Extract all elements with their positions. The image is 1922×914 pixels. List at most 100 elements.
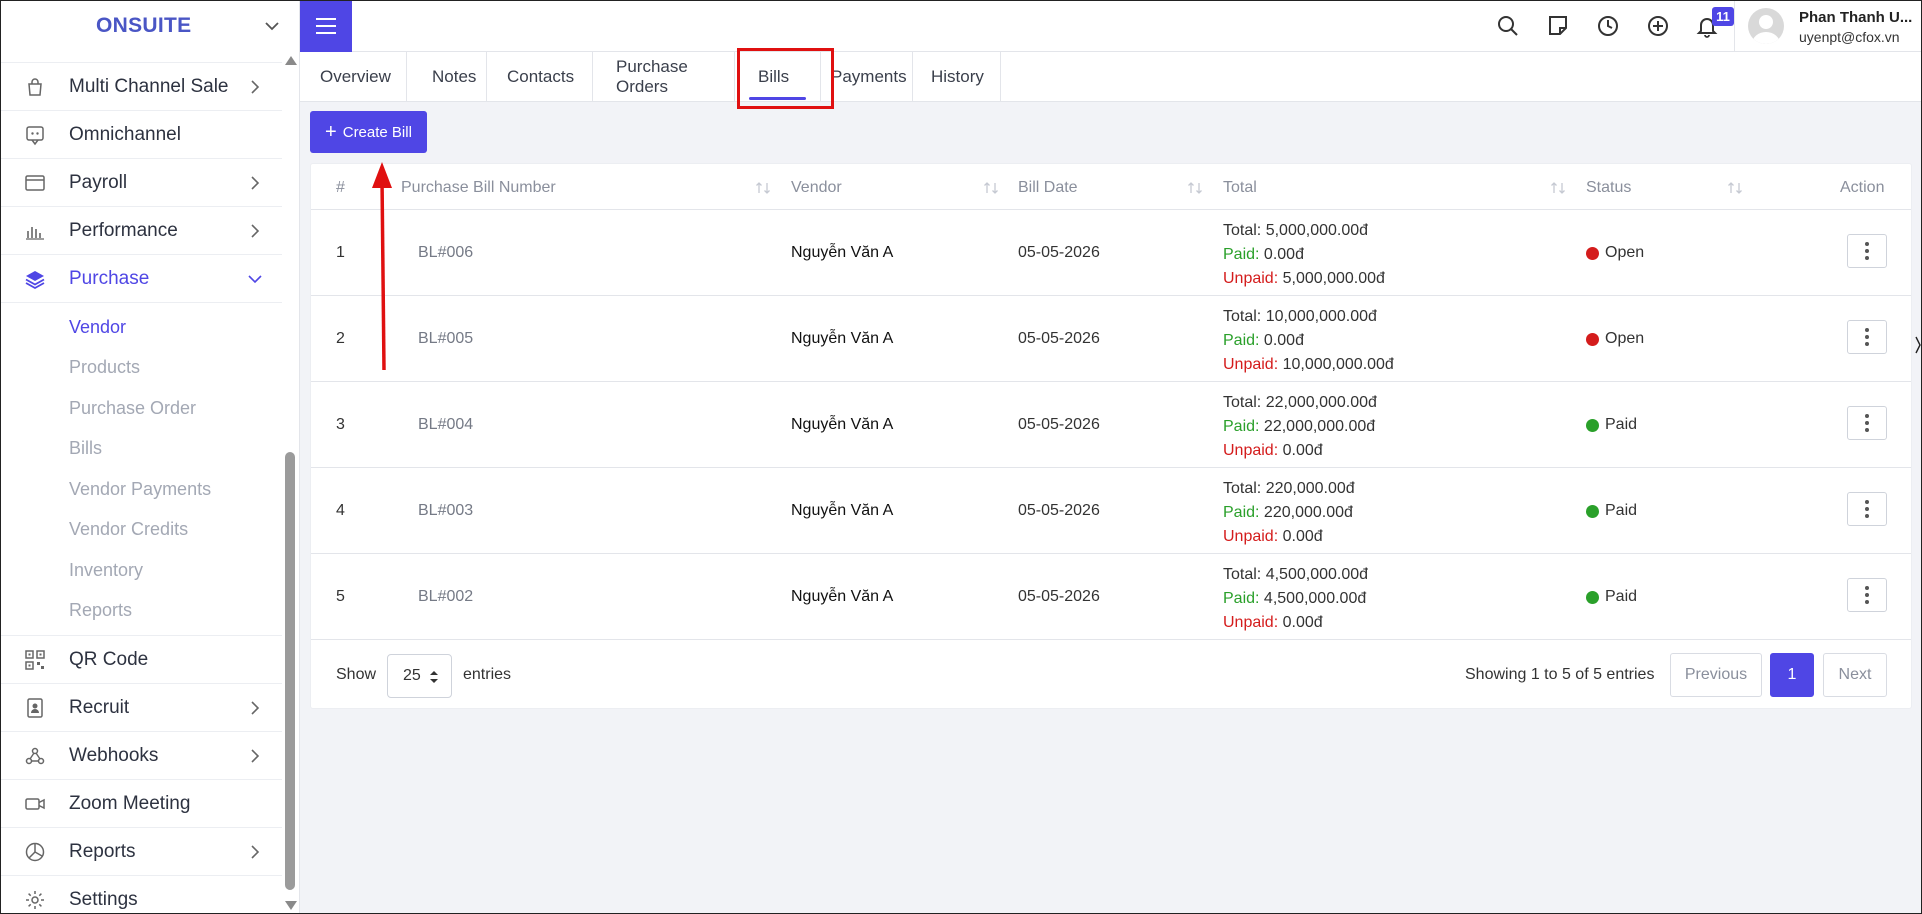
header-bill-date[interactable]: Bill Date <box>1018 179 1078 197</box>
show-label: Show <box>336 666 377 683</box>
add-circle-icon[interactable] <box>1645 13 1671 39</box>
unpaid-label: Unpaid: <box>1223 356 1279 373</box>
sidebar-item-webhooks[interactable]: Webhooks <box>0 731 282 779</box>
next-page-button[interactable]: Next <box>1823 653 1887 697</box>
clock-icon[interactable] <box>1595 13 1621 39</box>
status-text: Open <box>1605 244 1645 261</box>
sort-icon[interactable] <box>1550 180 1566 196</box>
user-name[interactable]: Phan Thanh U... <box>1799 9 1912 26</box>
status-text: Paid <box>1605 502 1638 519</box>
bill-number[interactable]: BL#006 <box>418 244 473 262</box>
row-action-button[interactable] <box>1847 492 1887 526</box>
tab-purchase-orders[interactable]: Purchase Orders <box>593 52 735 102</box>
header-bill-number[interactable]: Purchase Bill Number <box>401 179 556 197</box>
sidebar-item-purchase[interactable]: Purchase <box>0 254 282 302</box>
sidebar-subitem-reports[interactable]: Reports <box>0 591 282 632</box>
tab-history[interactable]: History <box>913 52 1001 102</box>
page-1-button[interactable]: 1 <box>1770 653 1814 697</box>
sort-icon[interactable] <box>983 180 999 196</box>
total-value: 22,000,000.00đ <box>1265 394 1377 411</box>
tab-contacts[interactable]: Contacts <box>487 52 593 102</box>
bill-number[interactable]: BL#005 <box>418 330 473 348</box>
sidebar-scrollbar[interactable] <box>283 52 297 914</box>
search-icon[interactable] <box>1495 13 1521 39</box>
page-size-select[interactable]: 25 <box>387 654 452 698</box>
unpaid-line: Unpaid: 0.00đ <box>1223 611 1368 635</box>
header-total[interactable]: Total <box>1223 179 1257 197</box>
tab-label: Overview <box>320 67 391 86</box>
row-number: 5 <box>336 588 345 605</box>
row-action-button[interactable] <box>1847 578 1887 612</box>
brand-name: ONSUITE <box>96 14 192 37</box>
sidebar-item-label: Multi Channel Sale <box>69 75 229 97</box>
id-badge-icon <box>27 698 43 718</box>
table-row: 5 BL#002 Nguyễn Văn A 05-05-2026 Total: … <box>311 554 1911 640</box>
row-action-button[interactable] <box>1847 406 1887 440</box>
scroll-thumb[interactable] <box>285 452 295 890</box>
sort-icon[interactable] <box>1727 180 1743 196</box>
chevron-down-icon <box>248 275 262 284</box>
sidebar-subitem-products[interactable]: Products <box>0 348 282 389</box>
bill-number[interactable]: BL#004 <box>418 416 473 434</box>
bag-icon <box>28 78 42 96</box>
sidebar-item-settings[interactable]: Settings <box>0 875 282 914</box>
avatar[interactable] <box>1748 8 1784 44</box>
sidebar-subitem-vendor-credits[interactable]: Vendor Credits <box>0 510 282 551</box>
vendor-name: Nguyễn Văn A <box>791 416 894 433</box>
sidebar-item-reports[interactable]: Reports <box>0 827 282 875</box>
bill-date: 05-05-2026 <box>1018 588 1100 605</box>
sidebar-subitem-vendor-payments[interactable]: Vendor Payments <box>0 469 282 510</box>
user-email: uyenpt@cfox.vn <box>1799 29 1900 45</box>
tab-overview[interactable]: Overview <box>300 52 407 102</box>
annotation-highlight-box <box>737 48 834 109</box>
scroll-up-arrow[interactable] <box>285 56 297 65</box>
status-badge: Open <box>1586 330 1644 348</box>
sidebar-item-label: Reports <box>69 840 136 862</box>
note-icon[interactable] <box>1545 13 1571 39</box>
sidebar-item-zoom-meeting[interactable]: Zoom Meeting <box>0 779 282 827</box>
sidebar-item-recruit[interactable]: Recruit <box>0 683 282 731</box>
hamburger-menu-button[interactable] <box>300 0 352 52</box>
sidebar-item-label: Payroll <box>69 171 128 193</box>
card-icon <box>25 175 45 191</box>
sidebar-subitem-vendor[interactable]: Vendor <box>0 307 282 348</box>
previous-page-button[interactable]: Previous <box>1670 653 1762 697</box>
bill-number[interactable]: BL#002 <box>418 588 473 606</box>
sidebar-item-omnichannel[interactable]: Omnichannel <box>0 110 282 158</box>
tab-payments[interactable]: Payments <box>821 52 913 102</box>
paid-label: Paid: <box>1223 418 1260 435</box>
bill-date: 05-05-2026 <box>1018 330 1100 347</box>
sort-icon[interactable] <box>755 180 771 196</box>
sort-icon[interactable] <box>1187 180 1203 196</box>
row-action-button[interactable] <box>1847 320 1887 354</box>
sidebar-item-payroll[interactable]: Payroll <box>0 158 282 206</box>
row-number: 1 <box>336 244 345 261</box>
status-badge: Paid <box>1586 588 1637 606</box>
create-bill-button[interactable]: + Create Bill <box>310 111 427 153</box>
row-action-button[interactable] <box>1847 234 1887 268</box>
vendor-name: Nguyễn Văn A <box>791 588 894 605</box>
brand[interactable]: ONSUITE <box>0 0 299 52</box>
unpaid-label: Unpaid: <box>1223 614 1279 631</box>
paid-label: Paid: <box>1223 332 1260 349</box>
sidebar-subitem-bills[interactable]: Bills <box>0 429 282 470</box>
tab-label: Payments <box>831 67 907 86</box>
tab-label: Notes <box>432 67 477 86</box>
sidebar-subitem-inventory[interactable]: Inventory <box>0 550 282 591</box>
topbar-divider <box>1734 0 1735 52</box>
status-dot <box>1586 504 1599 518</box>
chevron-down-icon[interactable] <box>262 16 282 36</box>
bill-number[interactable]: BL#003 <box>418 502 473 520</box>
header-status[interactable]: Status <box>1586 179 1631 197</box>
entries-label: entries <box>463 666 512 683</box>
sidebar-item-performance[interactable]: Performance <box>0 206 282 254</box>
paid-line: Paid: 0.00đ <box>1223 329 1394 353</box>
sidebar-subitem-purchase-order[interactable]: Purchase Order <box>0 388 282 429</box>
sidebar-item-qr-code[interactable]: QR Code <box>0 635 282 683</box>
tab-notes[interactable]: Notes <box>407 52 487 102</box>
header-vendor[interactable]: Vendor <box>791 179 842 197</box>
scroll-down-arrow[interactable] <box>285 901 297 910</box>
status-badge: Paid <box>1586 502 1637 520</box>
sidebar-item-multi-channel-sale[interactable]: Multi Channel Sale <box>0 62 282 110</box>
qr-code-icon <box>25 650 45 670</box>
